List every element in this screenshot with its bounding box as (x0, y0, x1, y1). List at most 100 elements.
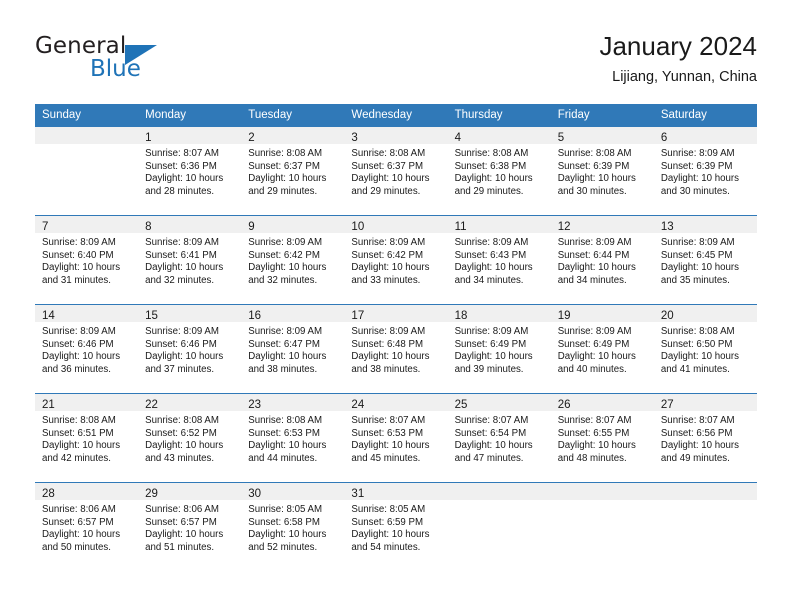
day-cell[interactable]: 29 Sunrise: 8:06 AM Sunset: 6:57 PM Dayl… (138, 482, 242, 571)
day-number-band: 18 (447, 305, 551, 322)
day-details: Sunrise: 8:09 AM Sunset: 6:46 PM Dayligh… (35, 322, 138, 376)
day-cell[interactable]: 6 Sunrise: 8:09 AM Sunset: 6:39 PM Dayli… (653, 127, 757, 216)
day-number: 29 (145, 488, 158, 500)
day-cell[interactable]: 10 Sunrise: 8:09 AM Sunset: 6:42 PM Dayl… (344, 215, 448, 305)
day-cell[interactable]: 27 Sunrise: 8:07 AM Sunset: 6:56 PM Dayl… (653, 393, 757, 483)
day-number-band: 19 (550, 305, 654, 322)
daylight-text-line2: and 36 minutes. (42, 363, 111, 375)
sunrise-text: Sunrise: 8:09 AM (351, 326, 426, 337)
day-number-band: 14 (35, 305, 139, 322)
day-cell[interactable]: 4 Sunrise: 8:08 AM Sunset: 6:38 PM Dayli… (447, 127, 551, 216)
sunset-text: Sunset: 6:49 PM (454, 338, 527, 350)
logo-text-blue: Blue (90, 56, 141, 82)
sunset-text: Sunset: 6:55 PM (557, 427, 630, 439)
daylight-text-line1: Daylight: 10 hours (145, 173, 224, 185)
day-cell[interactable]: 15 Sunrise: 8:09 AM Sunset: 6:46 PM Dayl… (138, 304, 242, 394)
day-number-band: 1 (138, 127, 242, 144)
day-cell[interactable]: 18 Sunrise: 8:09 AM Sunset: 6:49 PM Dayl… (447, 304, 551, 394)
day-details: Sunrise: 8:07 AM Sunset: 6:54 PM Dayligh… (448, 411, 551, 465)
calendar-table: Sunday Monday Tuesday Wednesday Thursday… (35, 104, 757, 571)
week-row: 28 Sunrise: 8:06 AM Sunset: 6:57 PM Dayl… (35, 482, 757, 571)
day-number-band (447, 483, 551, 500)
weekday-header-friday: Friday (550, 104, 654, 127)
daylight-text-line1: Daylight: 10 hours (42, 262, 121, 274)
daylight-text-line1: Daylight: 10 hours (557, 351, 636, 363)
daylight-text-line1: Daylight: 10 hours (42, 351, 121, 363)
sunrise-text: Sunrise: 8:08 AM (351, 148, 426, 159)
sunrise-text: Sunrise: 8:09 AM (660, 237, 735, 248)
day-cell[interactable]: 11 Sunrise: 8:09 AM Sunset: 6:43 PM Dayl… (447, 215, 551, 305)
day-cell[interactable]: 12 Sunrise: 8:09 AM Sunset: 6:44 PM Dayl… (550, 215, 654, 305)
day-number: 22 (145, 399, 158, 411)
day-cell[interactable]: 14 Sunrise: 8:09 AM Sunset: 6:46 PM Dayl… (35, 304, 139, 394)
daylight-text-line1: Daylight: 10 hours (248, 529, 327, 541)
day-details: Sunrise: 8:09 AM Sunset: 6:41 PM Dayligh… (138, 233, 241, 287)
daylight-text-line1: Daylight: 10 hours (454, 351, 533, 363)
day-details: Sunrise: 8:09 AM Sunset: 6:40 PM Dayligh… (35, 233, 138, 287)
daylight-text-line1: Daylight: 10 hours (454, 440, 533, 452)
day-number: 31 (351, 488, 365, 500)
daylight-text-line2: and 39 minutes. (454, 363, 524, 375)
day-details: Sunrise: 8:09 AM Sunset: 6:43 PM Dayligh… (448, 233, 551, 287)
day-cell[interactable]: 30 Sunrise: 8:05 AM Sunset: 6:58 PM Dayl… (241, 482, 345, 571)
sunrise-text: Sunrise: 8:06 AM (42, 504, 116, 515)
day-details: Sunrise: 8:07 AM Sunset: 6:36 PM Dayligh… (138, 144, 241, 198)
day-cell[interactable]: 19 Sunrise: 8:09 AM Sunset: 6:49 PM Dayl… (550, 304, 654, 394)
day-cell[interactable]: 1 Sunrise: 8:07 AM Sunset: 6:36 PM Dayli… (138, 127, 242, 216)
daylight-text-line1: Daylight: 10 hours (145, 262, 224, 274)
day-cell[interactable]: 17 Sunrise: 8:09 AM Sunset: 6:48 PM Dayl… (344, 304, 448, 394)
sunset-text: Sunset: 6:37 PM (248, 160, 320, 172)
daylight-text-line1: Daylight: 10 hours (351, 529, 430, 541)
day-cell[interactable]: 2 Sunrise: 8:08 AM Sunset: 6:37 PM Dayli… (241, 127, 345, 216)
daylight-text-line1: Daylight: 10 hours (248, 262, 327, 274)
day-number: 8 (145, 221, 152, 233)
daylight-text-line2: and 31 minutes. (42, 274, 111, 286)
sunset-text: Sunset: 6:46 PM (145, 338, 217, 350)
sunrise-text: Sunrise: 8:09 AM (557, 237, 632, 248)
day-cell[interactable]: 20 Sunrise: 8:08 AM Sunset: 6:50 PM Dayl… (653, 304, 757, 394)
daylight-text-line1: Daylight: 10 hours (248, 440, 327, 452)
day-cell[interactable]: 7 Sunrise: 8:09 AM Sunset: 6:40 PM Dayli… (35, 215, 139, 305)
day-cell[interactable]: 26 Sunrise: 8:07 AM Sunset: 6:55 PM Dayl… (550, 393, 654, 483)
sunset-text: Sunset: 6:45 PM (660, 249, 733, 261)
day-cell[interactable]: 24 Sunrise: 8:07 AM Sunset: 6:53 PM Dayl… (344, 393, 448, 483)
general-blue-logo[interactable]: General Blue (35, 33, 235, 89)
sunset-text: Sunset: 6:53 PM (248, 427, 320, 439)
day-cell[interactable]: 13 Sunrise: 8:09 AM Sunset: 6:45 PM Dayl… (653, 215, 757, 305)
daylight-text-line1: Daylight: 10 hours (351, 351, 430, 363)
day-cell[interactable]: 9 Sunrise: 8:09 AM Sunset: 6:42 PM Dayli… (241, 215, 345, 305)
day-number-band: 29 (138, 483, 242, 500)
day-details: Sunrise: 8:08 AM Sunset: 6:37 PM Dayligh… (241, 144, 344, 198)
sunrise-text: Sunrise: 8:07 AM (660, 415, 735, 426)
day-cell[interactable]: 28 Sunrise: 8:06 AM Sunset: 6:57 PM Dayl… (35, 482, 139, 571)
day-details: Sunrise: 8:05 AM Sunset: 6:59 PM Dayligh… (344, 500, 447, 554)
day-cell[interactable]: 5 Sunrise: 8:08 AM Sunset: 6:39 PM Dayli… (550, 127, 654, 216)
day-number: 23 (248, 399, 262, 411)
sunrise-text: Sunrise: 8:08 AM (248, 415, 323, 426)
day-cell[interactable]: 25 Sunrise: 8:07 AM Sunset: 6:54 PM Dayl… (447, 393, 551, 483)
day-details: Sunrise: 8:09 AM Sunset: 6:42 PM Dayligh… (241, 233, 344, 287)
daylight-text-line2: and 35 minutes. (660, 274, 730, 286)
day-cell[interactable]: 3 Sunrise: 8:08 AM Sunset: 6:37 PM Dayli… (344, 127, 448, 216)
sunset-text: Sunset: 6:58 PM (248, 516, 320, 528)
day-number-band (550, 483, 654, 500)
day-details: Sunrise: 8:08 AM Sunset: 6:37 PM Dayligh… (344, 144, 447, 198)
day-number-band: 7 (35, 216, 139, 233)
day-cell[interactable]: 23 Sunrise: 8:08 AM Sunset: 6:53 PM Dayl… (241, 393, 345, 483)
day-cell[interactable]: 22 Sunrise: 8:08 AM Sunset: 6:52 PM Dayl… (138, 393, 242, 483)
daylight-text-line1: Daylight: 10 hours (42, 529, 121, 541)
day-number-band: 27 (653, 394, 757, 411)
day-number: 4 (454, 132, 461, 144)
day-number-band: 11 (447, 216, 551, 233)
day-cell[interactable]: 8 Sunrise: 8:09 AM Sunset: 6:41 PM Dayli… (138, 215, 242, 305)
day-cell[interactable]: 31 Sunrise: 8:05 AM Sunset: 6:59 PM Dayl… (344, 482, 448, 571)
day-cell[interactable]: 16 Sunrise: 8:09 AM Sunset: 6:47 PM Dayl… (241, 304, 345, 394)
sunset-text: Sunset: 6:38 PM (454, 160, 527, 172)
daylight-text-line2: and 34 minutes. (454, 274, 524, 286)
weekday-header-thursday: Thursday (447, 104, 551, 127)
sunset-text: Sunset: 6:54 PM (454, 427, 527, 439)
day-cell[interactable]: 21 Sunrise: 8:08 AM Sunset: 6:51 PM Dayl… (35, 393, 139, 483)
day-number-band: 25 (447, 394, 551, 411)
day-details: Sunrise: 8:09 AM Sunset: 6:47 PM Dayligh… (241, 322, 344, 376)
day-details: Sunrise: 8:09 AM Sunset: 6:44 PM Dayligh… (551, 233, 654, 287)
